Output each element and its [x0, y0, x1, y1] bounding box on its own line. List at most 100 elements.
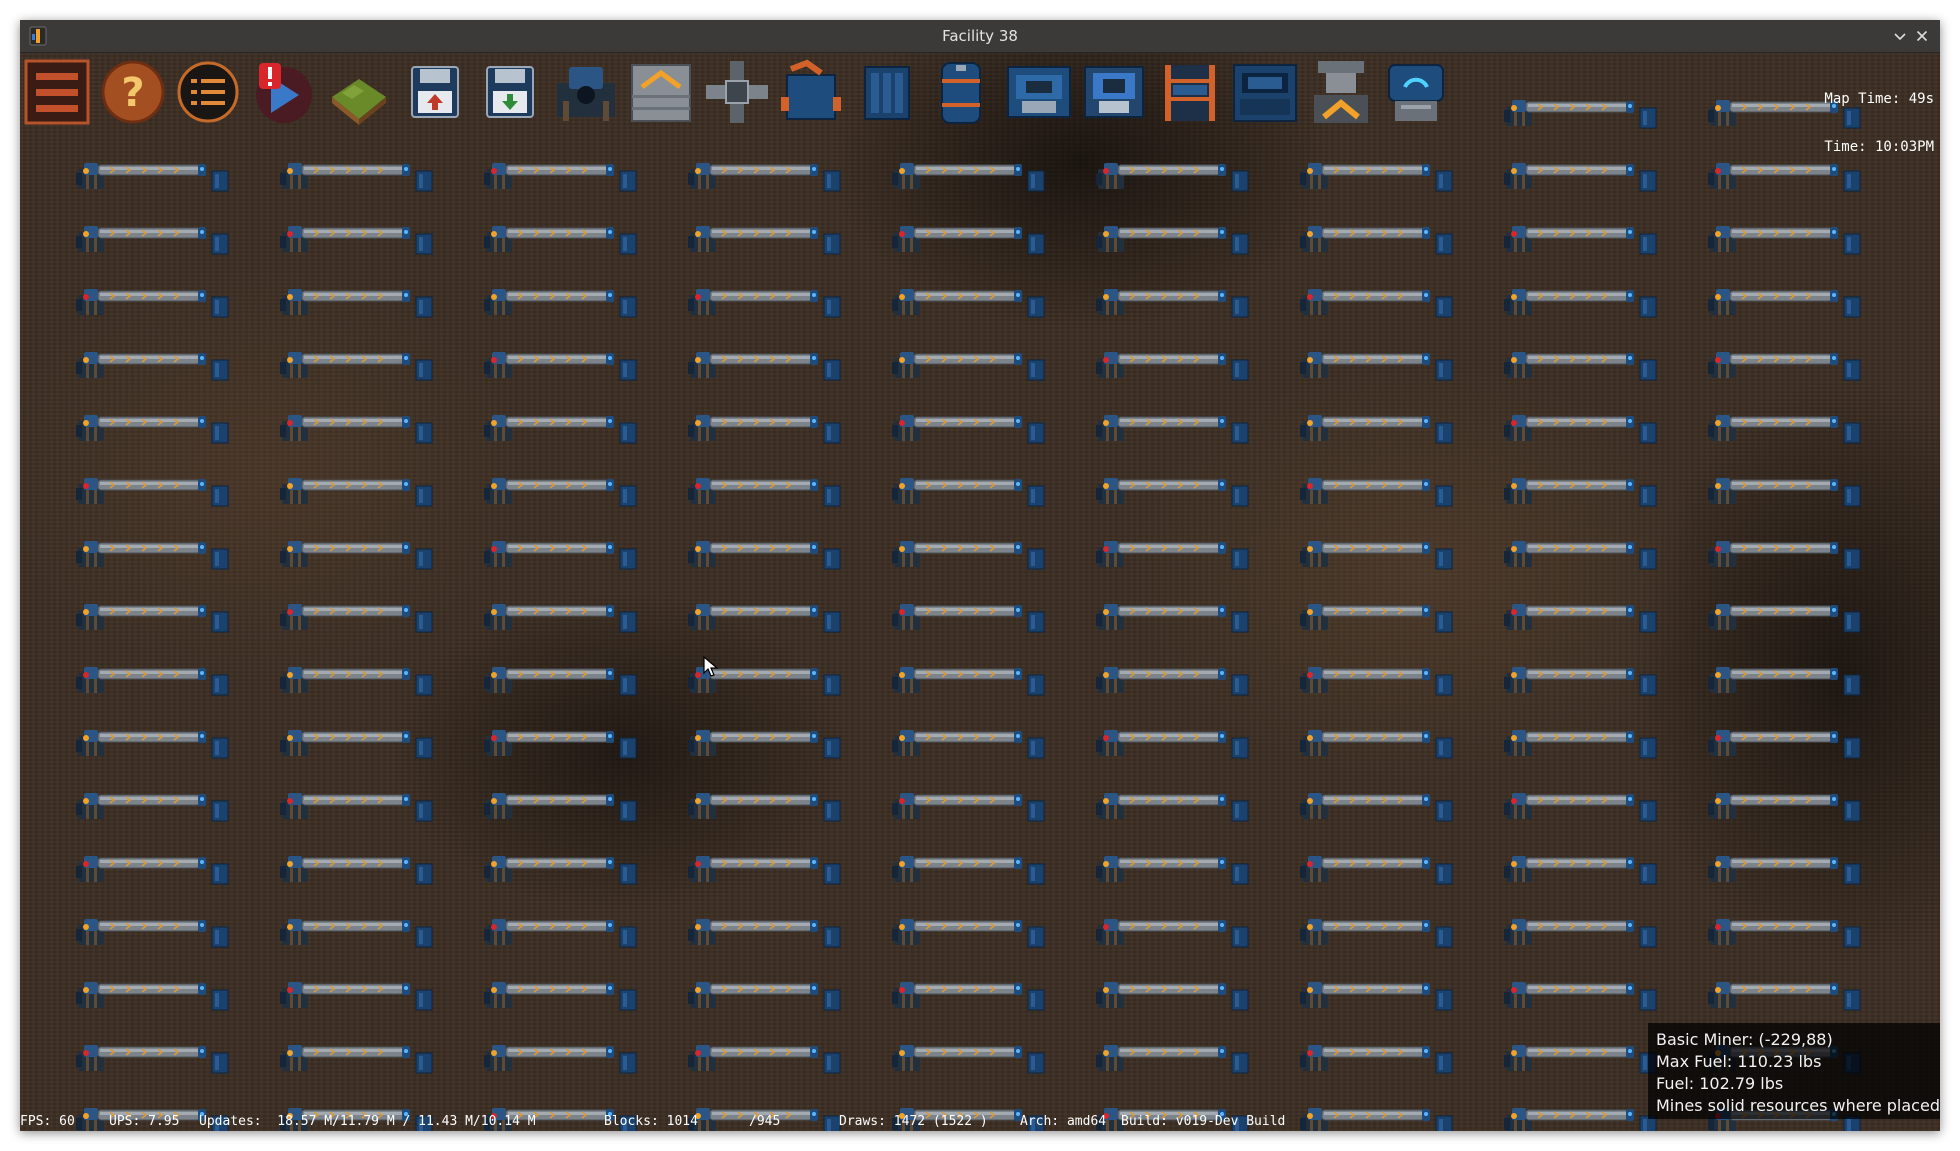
basic-miner-tile[interactable] — [891, 540, 1045, 570]
basic-miner-tile[interactable] — [1707, 351, 1861, 381]
basic-miner-tile[interactable] — [1503, 792, 1657, 822]
basic-miner-tile[interactable] — [75, 792, 229, 822]
basic-miner-tile[interactable] — [1299, 1044, 1453, 1074]
basic-miner-tile[interactable] — [891, 288, 1045, 318]
basic-miner-tile[interactable] — [75, 666, 229, 696]
alerts-button[interactable] — [249, 57, 319, 127]
basic-miner-tool[interactable] — [551, 57, 621, 127]
basic-miner-tile[interactable] — [75, 288, 229, 318]
basic-miner-tile[interactable] — [1095, 729, 1249, 759]
basic-miner-tile[interactable] — [891, 162, 1045, 192]
conveyor-tool[interactable] — [626, 57, 696, 127]
basic-miner-tile[interactable] — [483, 351, 637, 381]
basic-miner-tile[interactable] — [1503, 99, 1657, 129]
window-titlebar[interactable]: Facility 38 — [20, 20, 1940, 53]
basic-miner-tile[interactable] — [483, 981, 637, 1011]
basic-miner-tile[interactable] — [279, 225, 433, 255]
terrain-button[interactable] — [324, 57, 394, 127]
basic-miner-tile[interactable] — [687, 414, 841, 444]
basic-miner-tile[interactable] — [1299, 288, 1453, 318]
basic-miner-tile[interactable] — [75, 729, 229, 759]
box-tool[interactable] — [853, 57, 923, 127]
basic-miner-tile[interactable] — [483, 414, 637, 444]
basic-miner-tile[interactable] — [1707, 855, 1861, 885]
basic-miner-tile[interactable] — [1095, 414, 1249, 444]
basic-miner-tile[interactable] — [687, 1044, 841, 1074]
basic-miner-tile[interactable] — [1707, 729, 1861, 759]
basic-miner-tile[interactable] — [1299, 603, 1453, 633]
basic-miner-tile[interactable] — [1299, 666, 1453, 696]
basic-miner-tile[interactable] — [687, 918, 841, 948]
basic-miner-tile[interactable] — [1299, 540, 1453, 570]
basic-miner-tile[interactable] — [1503, 162, 1657, 192]
basic-miner-tile[interactable] — [279, 540, 433, 570]
save-button[interactable] — [400, 57, 470, 127]
basic-miner-tile[interactable] — [1503, 540, 1657, 570]
shelf-tool[interactable] — [1155, 57, 1225, 127]
basic-miner-tile[interactable] — [687, 288, 841, 318]
basic-miner-tile[interactable] — [1095, 477, 1249, 507]
basic-miner-tile[interactable] — [891, 477, 1045, 507]
basic-miner-tile[interactable] — [75, 603, 229, 633]
basic-miner-tile[interactable] — [1095, 351, 1249, 381]
basic-miner-tile[interactable] — [279, 666, 433, 696]
basic-miner-tile[interactable] — [75, 351, 229, 381]
basic-miner-tile[interactable] — [75, 918, 229, 948]
basic-miner-tile[interactable] — [483, 1044, 637, 1074]
basic-miner-tile[interactable] — [279, 288, 433, 318]
basic-miner-tile[interactable] — [1299, 477, 1453, 507]
basic-miner-tile[interactable] — [687, 225, 841, 255]
basic-miner-tile[interactable] — [483, 855, 637, 885]
minimize-button[interactable] — [1891, 27, 1909, 45]
basic-miner-tile[interactable] — [891, 351, 1045, 381]
basic-miner-tile[interactable] — [75, 477, 229, 507]
basic-miner-tile[interactable] — [891, 855, 1045, 885]
basic-miner-tile[interactable] — [483, 792, 637, 822]
research-tool[interactable] — [1381, 57, 1451, 127]
task-list-button[interactable] — [173, 57, 243, 127]
basic-miner-tile[interactable] — [1095, 162, 1249, 192]
basic-miner-tile[interactable] — [1299, 729, 1453, 759]
basic-miner-tile[interactable] — [891, 792, 1045, 822]
basic-miner-tile[interactable] — [279, 603, 433, 633]
basic-miner-tile[interactable] — [1503, 603, 1657, 633]
splitter-tool[interactable] — [702, 57, 772, 127]
basic-miner-tile[interactable] — [1095, 918, 1249, 948]
help-button[interactable]: ? — [98, 57, 168, 127]
assembler-tool[interactable] — [1079, 57, 1149, 127]
basic-miner-tile[interactable] — [687, 981, 841, 1011]
basic-miner-tile[interactable] — [687, 729, 841, 759]
basic-miner-tile[interactable] — [279, 729, 433, 759]
basic-miner-tile[interactable] — [1299, 792, 1453, 822]
basic-miner-tile[interactable] — [75, 225, 229, 255]
basic-miner-tile[interactable] — [1095, 855, 1249, 885]
basic-miner-tile[interactable] — [75, 162, 229, 192]
basic-miner-tile[interactable] — [75, 855, 229, 885]
basic-miner-tile[interactable] — [483, 477, 637, 507]
basic-miner-tile[interactable] — [1095, 603, 1249, 633]
basic-miner-tile[interactable] — [891, 666, 1045, 696]
close-button[interactable] — [1913, 27, 1931, 45]
basic-miner-tile[interactable] — [483, 225, 637, 255]
basic-miner-tile[interactable] — [1707, 540, 1861, 570]
basic-miner-tile[interactable] — [483, 540, 637, 570]
basic-miner-tile[interactable] — [1299, 981, 1453, 1011]
basic-miner-tile[interactable] — [1707, 477, 1861, 507]
generator-tool[interactable] — [1230, 57, 1300, 127]
basic-miner-tile[interactable] — [1095, 540, 1249, 570]
basic-miner-tile[interactable] — [687, 162, 841, 192]
smelter-tool[interactable] — [1004, 57, 1074, 127]
basic-miner-tile[interactable] — [75, 414, 229, 444]
map-tiles[interactable] — [20, 53, 1940, 1131]
basic-miner-tile[interactable] — [1299, 225, 1453, 255]
fuel-tank-tool[interactable] — [928, 57, 998, 127]
lift-tool[interactable] — [1306, 57, 1376, 127]
basic-miner-tile[interactable] — [1503, 351, 1657, 381]
main-menu-button[interactable] — [22, 57, 92, 127]
basic-miner-tile[interactable] — [891, 603, 1045, 633]
basic-miner-tile[interactable] — [891, 918, 1045, 948]
basic-miner-tile[interactable] — [75, 540, 229, 570]
basic-miner-tile[interactable] — [1299, 162, 1453, 192]
basic-miner-tile[interactable] — [1503, 1044, 1657, 1074]
basic-miner-tile[interactable] — [279, 981, 433, 1011]
